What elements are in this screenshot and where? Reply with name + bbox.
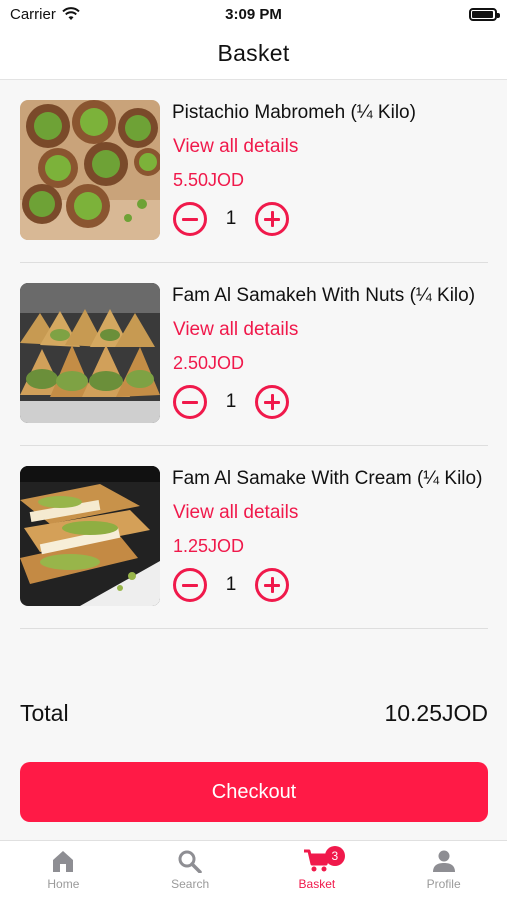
tab-basket-label: Basket <box>298 877 336 891</box>
product-name: Fam Al Samakeh With Nuts (¼ Kilo) <box>172 285 476 306</box>
tab-bar: Home Search 3 Basket Profile <box>0 840 507 900</box>
tab-search[interactable]: Search <box>127 841 254 900</box>
quantity-value: 1 <box>225 574 237 595</box>
basket-item: Fam Al Samakeh With Nuts (¼ Kilo) View a… <box>20 263 488 446</box>
basket-item: Fam Al Samake With Cream (¼ Kilo) View a… <box>20 446 488 629</box>
view-details-link[interactable]: View all details <box>173 502 298 524</box>
product-price: 1.25JOD <box>173 536 245 556</box>
increase-button[interactable] <box>255 568 289 602</box>
status-bar: Carrier 3:09 PM <box>0 0 507 28</box>
view-details-link[interactable]: View all details <box>173 136 298 158</box>
total-value: 10.25JOD <box>384 700 488 726</box>
product-image[interactable] <box>20 283 160 423</box>
plus-icon-vertical <box>270 394 274 410</box>
minus-icon <box>182 583 198 587</box>
basket-item: Pistachio Mabromeh (¼ Kilo) View all det… <box>20 80 488 263</box>
plus-icon-vertical <box>270 577 274 593</box>
minus-icon <box>182 400 198 404</box>
tab-profile[interactable]: Profile <box>380 841 507 900</box>
product-price: 5.50JOD <box>173 170 245 190</box>
increase-button[interactable] <box>255 202 289 236</box>
minus-icon <box>182 217 198 221</box>
quantity-stepper: 1 <box>173 568 289 602</box>
decrease-button[interactable] <box>173 568 207 602</box>
wifi-icon <box>62 7 80 20</box>
cart-count-badge: 3 <box>324 846 345 866</box>
total-row: Total 10.25JOD <box>20 700 488 727</box>
home-icon <box>53 851 74 872</box>
battery-level <box>472 10 493 18</box>
tab-profile-label: Profile <box>426 877 461 891</box>
product-name: Fam Al Samake With Cream (¼ Kilo) <box>172 468 483 489</box>
status-left: Carrier <box>10 6 80 23</box>
plus-icon-vertical <box>270 211 274 227</box>
tab-search-label: Search <box>171 877 210 891</box>
quantity-stepper: 1 <box>173 385 289 419</box>
product-price: 2.50JOD <box>173 353 245 373</box>
checkout-button[interactable]: Checkout <box>20 762 488 822</box>
page-title: Basket <box>217 40 290 66</box>
product-image[interactable] <box>20 466 160 606</box>
product-image[interactable] <box>20 100 160 240</box>
nav-bar: Basket <box>0 28 507 80</box>
product-name: Pistachio Mabromeh (¼ Kilo) <box>172 102 416 123</box>
basket-list: Pistachio Mabromeh (¼ Kilo) View all det… <box>20 80 488 629</box>
view-details-link[interactable]: View all details <box>173 319 298 341</box>
tab-home[interactable]: Home <box>0 841 127 900</box>
carrier-label: Carrier <box>10 5 56 23</box>
person-icon <box>432 850 455 872</box>
search-icon <box>178 850 202 873</box>
increase-button[interactable] <box>255 385 289 419</box>
tab-basket[interactable]: 3 Basket <box>254 841 381 900</box>
decrease-button[interactable] <box>173 385 207 419</box>
total-label: Total <box>20 700 69 726</box>
tab-home-label: Home <box>47 877 80 891</box>
quantity-value: 1 <box>225 391 237 412</box>
decrease-button[interactable] <box>173 202 207 236</box>
quantity-stepper: 1 <box>173 202 289 236</box>
quantity-value: 1 <box>225 208 237 229</box>
battery-icon <box>469 7 500 21</box>
